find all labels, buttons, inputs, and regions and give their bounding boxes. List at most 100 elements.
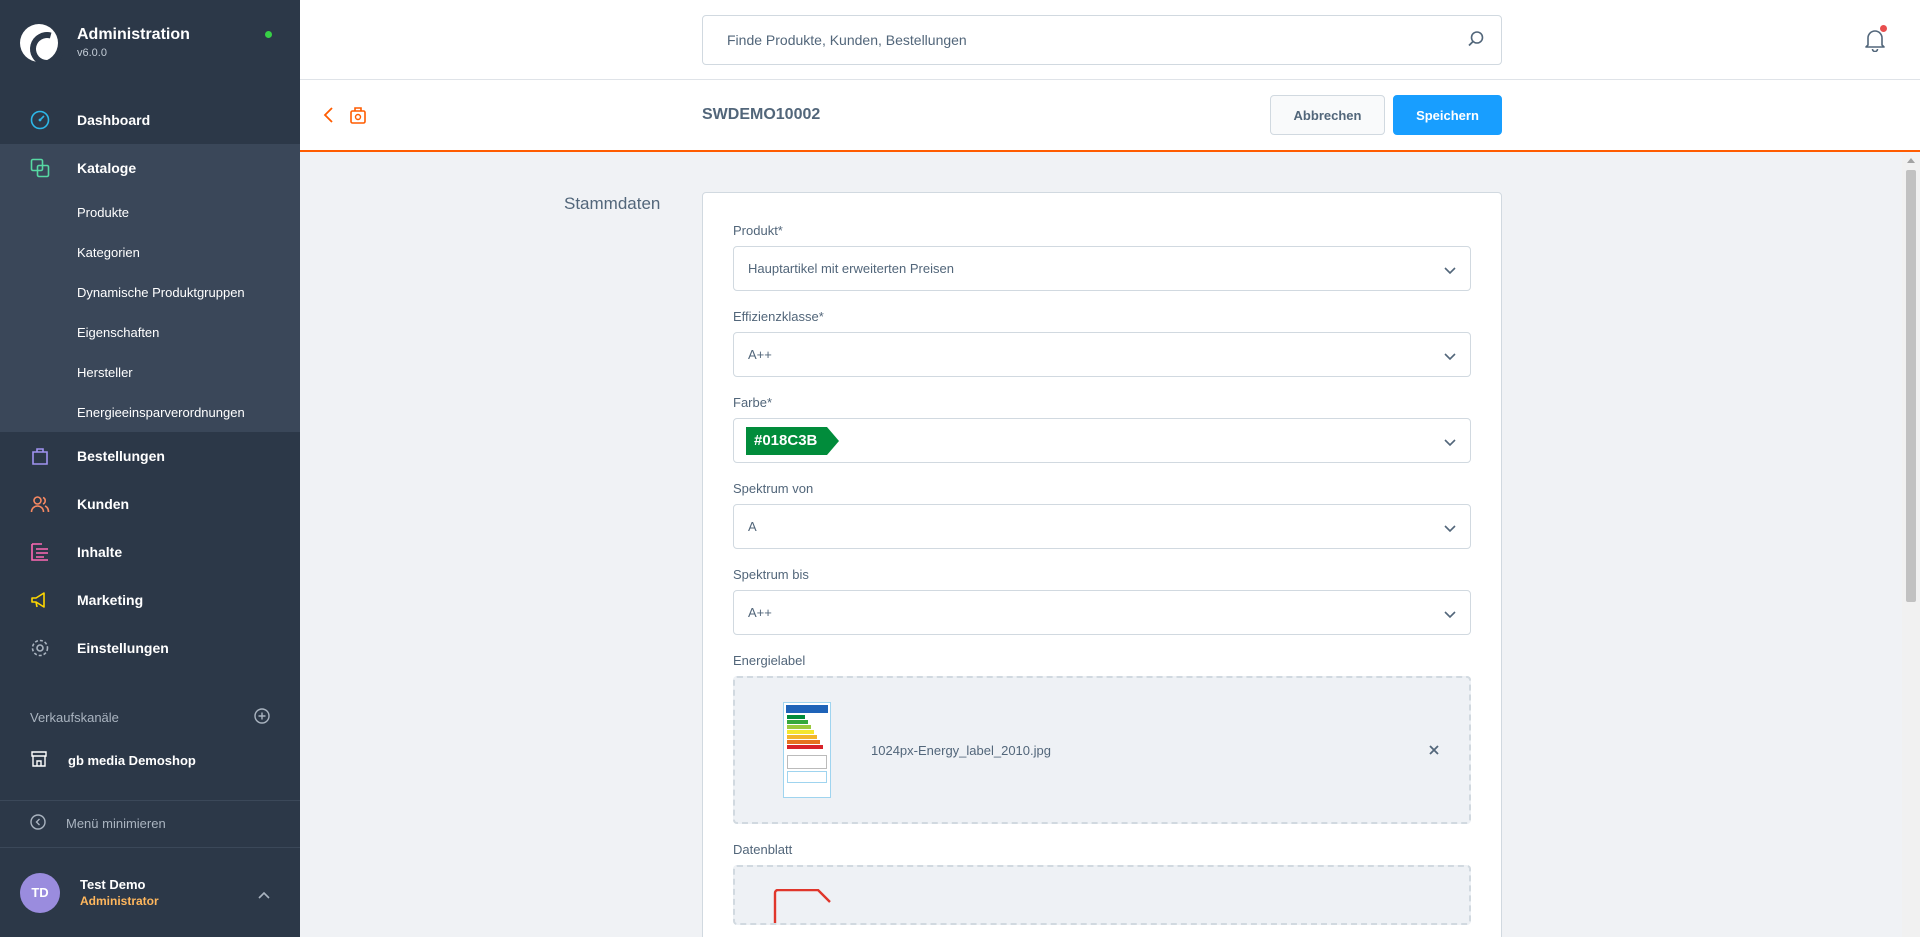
bell-icon[interactable]: [1864, 25, 1887, 57]
nav-item-marketing[interactable]: Marketing: [0, 576, 300, 624]
nav-subitem-products[interactable]: Produkte: [0, 192, 300, 232]
nav-label-marketing: Marketing: [77, 592, 144, 608]
top-header: Finde Produkte, Kunden, Bestellungen: [300, 0, 1920, 80]
sidebar: Administration v6.0.0 Dashboard Kataloge…: [0, 0, 300, 937]
spectrum-to-label: Spektrum bis: [733, 567, 809, 582]
nav-subitem-properties[interactable]: Eigenschaften: [0, 312, 300, 352]
dashboard-icon: [30, 110, 50, 130]
energy-label-field: Energielabel 1024px-Energy_label_2010.jp…: [733, 653, 1471, 824]
sidebar-header: Administration v6.0.0: [0, 0, 300, 85]
app-version: v6.0.0: [77, 47, 107, 59]
chevron-down-icon: [1444, 349, 1456, 364]
efficiency-class-value: A++: [748, 347, 772, 362]
master-data-card: Produkt* Hauptartikel mit erweiterten Pr…: [702, 192, 1502, 937]
sales-channel-label: gb media Demoshop: [68, 753, 196, 768]
color-tag: #018C3B: [746, 426, 840, 455]
settings-icon: [30, 638, 50, 658]
page-title: SWDEMO10002: [702, 106, 821, 123]
efficiency-class-field: Effizienzklasse* A++: [733, 309, 1471, 377]
search-input[interactable]: Finde Produkte, Kunden, Bestellungen: [702, 15, 1502, 65]
nav-item-customers[interactable]: Kunden: [0, 480, 300, 528]
nav-label-content: Inhalte: [77, 544, 123, 560]
catalog-icon: [30, 158, 50, 178]
shopware-logo-icon: [20, 23, 58, 62]
product-value: Hauptartikel mit erweiterten Preisen: [748, 261, 954, 276]
minimize-icon: [30, 814, 46, 833]
scrollbar-thumb[interactable]: [1906, 170, 1916, 602]
notification-badge: [1880, 25, 1887, 32]
chevron-down-icon: [1444, 263, 1456, 278]
nav-subitem-dynamic-product-groups[interactable]: Dynamische Produktgruppen: [0, 272, 300, 312]
efficiency-class-label: Effizienzklasse*: [733, 309, 824, 324]
chevron-down-icon: [1444, 521, 1456, 536]
minimize-menu-button[interactable]: Menü minimieren: [30, 814, 166, 833]
search-icon[interactable]: [1467, 30, 1485, 51]
spectrum-from-value: A: [748, 519, 757, 534]
main-content: Stammdaten Produkt* Hauptartikel mit erw…: [300, 154, 1902, 937]
user-role: Administrator: [80, 894, 159, 908]
marketing-icon: [30, 590, 50, 610]
nav-label-orders: Bestellungen: [77, 448, 165, 464]
color-field: Farbe* #018C3B: [733, 395, 1471, 463]
search-placeholder: Finde Produkte, Kunden, Bestellungen: [727, 32, 967, 48]
cancel-button[interactable]: Abbrechen: [1270, 95, 1385, 135]
nav-item-dashboard[interactable]: Dashboard: [0, 96, 300, 144]
sales-channel-item[interactable]: gb media Demoshop: [30, 750, 196, 771]
section-title: Stammdaten: [564, 194, 661, 213]
minimize-label: Menü minimieren: [66, 816, 166, 831]
user-panel[interactable]: TD Test Demo Administrator: [0, 847, 300, 937]
close-icon[interactable]: [1429, 742, 1439, 758]
storefront-icon: [30, 750, 48, 771]
content-scrollbar[interactable]: [1902, 154, 1920, 937]
customers-icon: [30, 494, 50, 514]
efficiency-class-select[interactable]: A++: [733, 332, 1471, 377]
nav-subitem-energy-regulations[interactable]: Energieeinsparverordnungen: [0, 392, 300, 432]
energy-label-file-name: 1024px-Energy_label_2010.jpg: [871, 743, 1051, 758]
spectrum-to-field: Spektrum bis A++: [733, 567, 1471, 635]
nav-item-settings[interactable]: Einstellungen: [0, 624, 300, 672]
plus-circle-icon[interactable]: [254, 708, 270, 727]
sales-channels-heading: Verkaufskanäle: [30, 708, 270, 727]
spectrum-to-select[interactable]: A++: [733, 590, 1471, 635]
language-icon[interactable]: [348, 105, 368, 130]
main-nav: Dashboard Kataloge Produkte Kategorien D…: [0, 96, 300, 672]
status-online-icon: [265, 31, 272, 38]
chevron-down-icon: [1444, 435, 1456, 450]
color-label: Farbe*: [733, 395, 773, 410]
save-button[interactable]: Speichern: [1393, 95, 1502, 135]
nav-subitem-categories[interactable]: Kategorien: [0, 232, 300, 272]
sales-channels-title: Verkaufskanäle: [30, 710, 119, 725]
spectrum-from-select[interactable]: A: [733, 504, 1471, 549]
orders-icon: [30, 446, 50, 466]
chevron-up-icon[interactable]: [258, 886, 270, 904]
nav-label-catalogs: Kataloge: [77, 160, 137, 176]
smart-bar: SWDEMO10002 Abbrechen Speichern: [300, 80, 1920, 152]
datasheet-field: Datenblatt: [733, 842, 1471, 925]
spectrum-from-field: Spektrum von A: [733, 481, 1471, 549]
nav-label-dashboard: Dashboard: [77, 112, 151, 128]
avatar: TD: [20, 872, 60, 913]
nav-label-customers: Kunden: [77, 496, 130, 512]
datasheet-label: Datenblatt: [733, 842, 793, 857]
chevron-down-icon: [1444, 607, 1456, 622]
pdf-icon: [771, 888, 831, 923]
energy-label-thumbnail: [783, 702, 831, 798]
app-title: Administration: [77, 26, 190, 43]
sidebar-divider: [0, 800, 300, 801]
product-label: Produkt*: [733, 223, 783, 238]
spectrum-to-value: A++: [748, 605, 772, 620]
energy-label-upload[interactable]: 1024px-Energy_label_2010.jpg: [733, 676, 1471, 824]
scroll-up-icon[interactable]: [1907, 158, 1915, 163]
spectrum-from-label: Spektrum von: [733, 481, 814, 496]
nav-group-catalogs: Kataloge Produkte Kategorien Dynamische …: [0, 144, 300, 432]
nav-item-catalogs[interactable]: Kataloge: [0, 144, 300, 192]
product-select[interactable]: Hauptartikel mit erweiterten Preisen: [733, 246, 1471, 291]
datasheet-upload[interactable]: [733, 865, 1471, 925]
product-field: Produkt* Hauptartikel mit erweiterten Pr…: [733, 223, 1471, 291]
nav-label-settings: Einstellungen: [77, 640, 169, 656]
nav-item-orders[interactable]: Bestellungen: [0, 432, 300, 480]
nav-item-content[interactable]: Inhalte: [0, 528, 300, 576]
nav-subitem-manufacturers[interactable]: Hersteller: [0, 352, 300, 392]
back-arrow-icon[interactable]: [322, 106, 334, 129]
color-select[interactable]: #018C3B: [733, 418, 1471, 463]
